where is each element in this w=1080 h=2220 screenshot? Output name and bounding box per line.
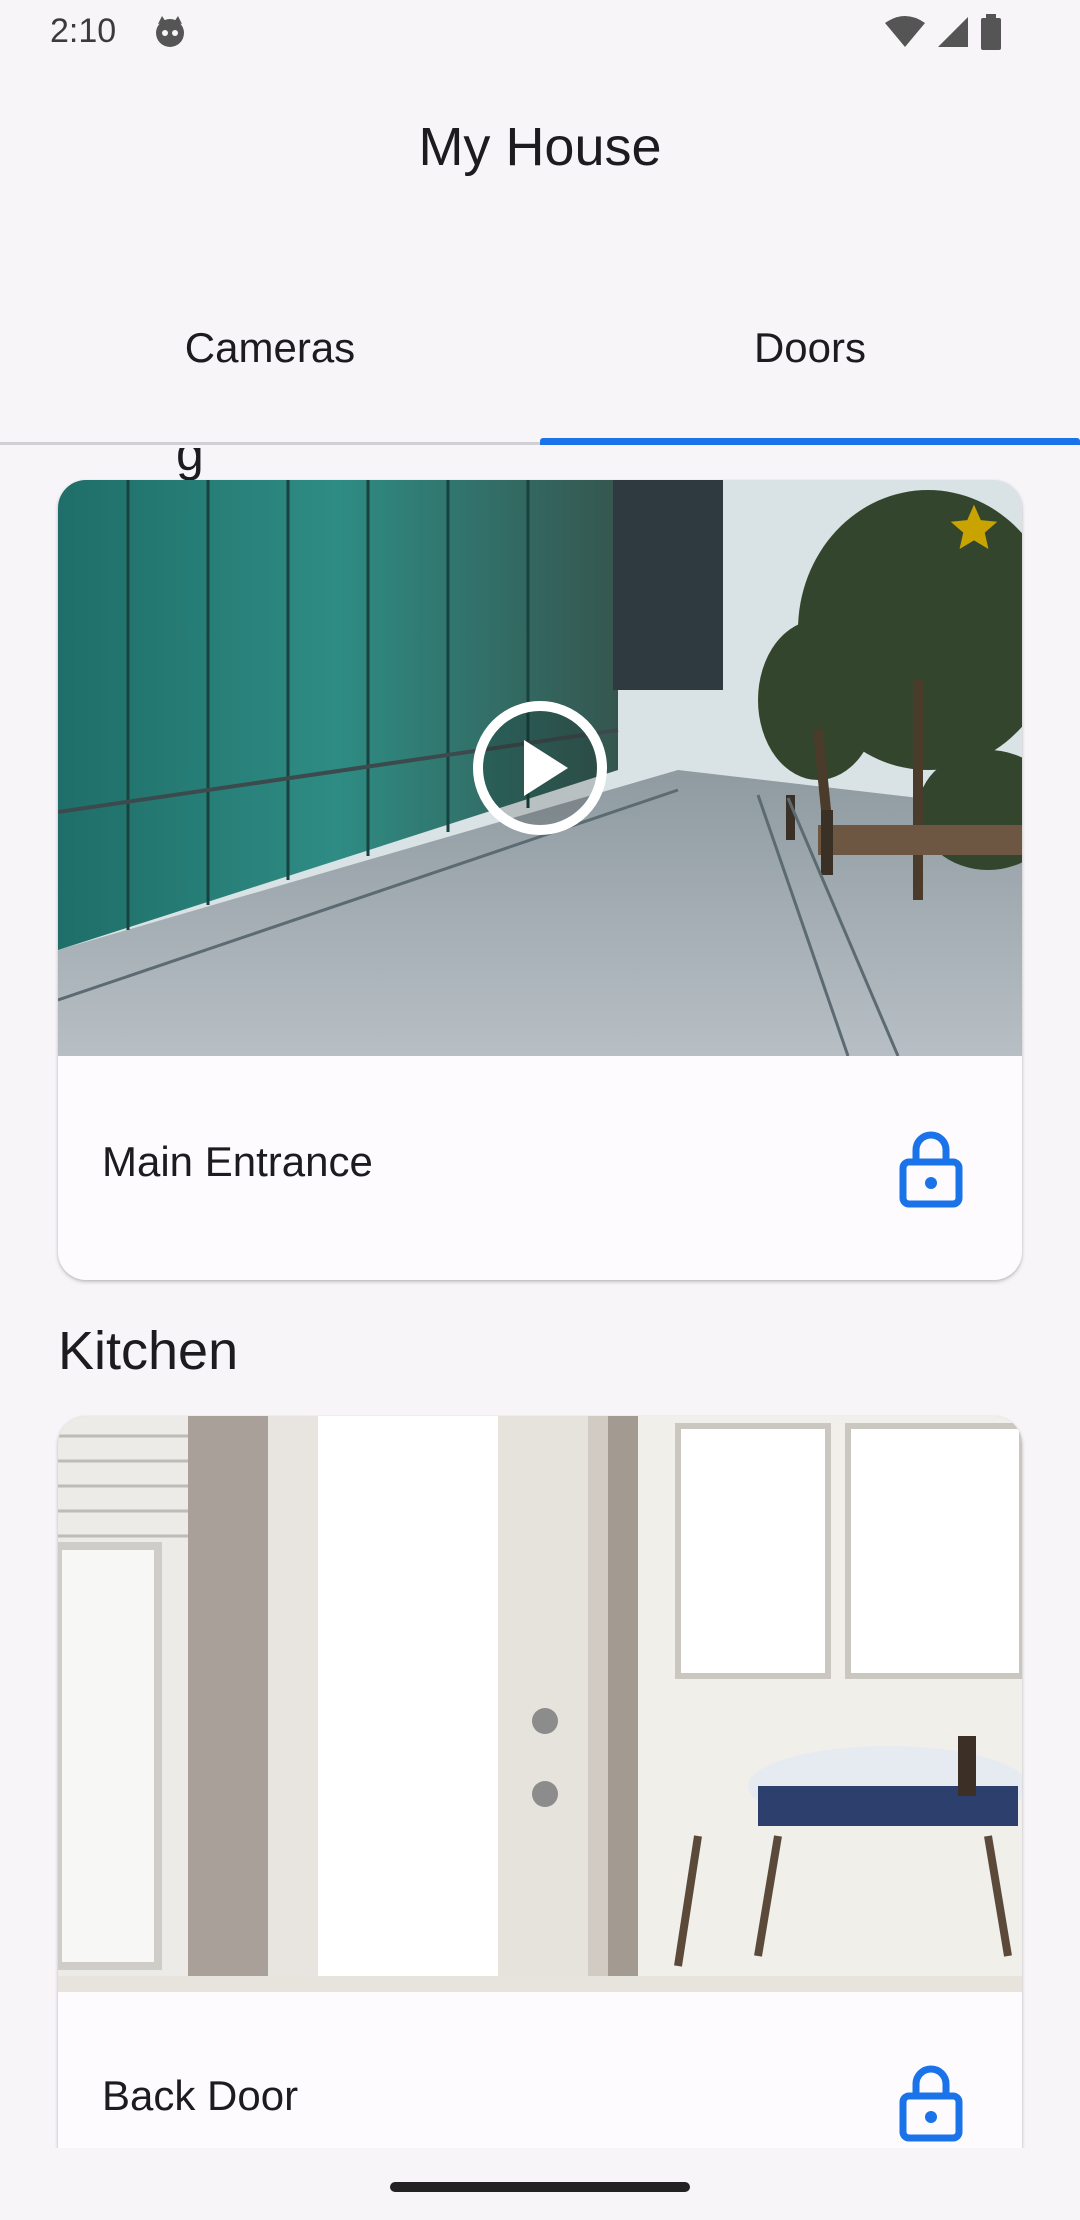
cat-icon: [156, 16, 184, 47]
back-door-picture: [58, 1416, 1022, 1992]
door-list[interactable]: g Main Entrance Kitchen Back Door: [0, 448, 1080, 2148]
play-icon[interactable]: [470, 698, 610, 838]
door-card-back-door[interactable]: Back Door: [58, 1416, 1022, 2148]
tab-cameras-label: Cameras: [184, 324, 356, 371]
section-heading-kitchen: Kitchen: [58, 1321, 239, 1381]
star-icon[interactable]: [946, 500, 1002, 556]
section-heading-partial: g: [176, 448, 204, 481]
battery-icon: [981, 14, 1001, 50]
lock-icon[interactable]: [896, 2062, 966, 2142]
tab-doors[interactable]: Doors: [540, 276, 1080, 446]
tab-bar: Cameras Doors: [0, 276, 1080, 446]
door-name: Main Entrance: [102, 1138, 373, 1185]
status-time: 2:10: [50, 12, 117, 50]
page-title: My House: [418, 117, 662, 177]
top-app-bar: My House: [0, 64, 1080, 224]
app-screen: 2:10 My House Cameras Doors g Main Entra…: [0, 0, 1080, 2220]
tab-doors-label: Doors: [753, 324, 867, 371]
signal-icon: [938, 17, 968, 47]
lock-icon[interactable]: [896, 1128, 966, 1208]
door-card-main-entrance[interactable]: Main Entrance: [58, 480, 1022, 1280]
camera-preview-image[interactable]: [58, 1416, 1022, 1992]
status-icons: [884, 14, 1002, 50]
wifi-icon: [885, 16, 925, 47]
camera-preview-image[interactable]: [58, 480, 1022, 1056]
gesture-nav-handle[interactable]: [390, 2182, 690, 2192]
tab-selected-indicator: [540, 438, 1080, 445]
tab-cameras[interactable]: Cameras: [0, 276, 540, 446]
door-name: Back Door: [102, 2072, 299, 2119]
status-bar: 2:10: [0, 0, 1080, 64]
